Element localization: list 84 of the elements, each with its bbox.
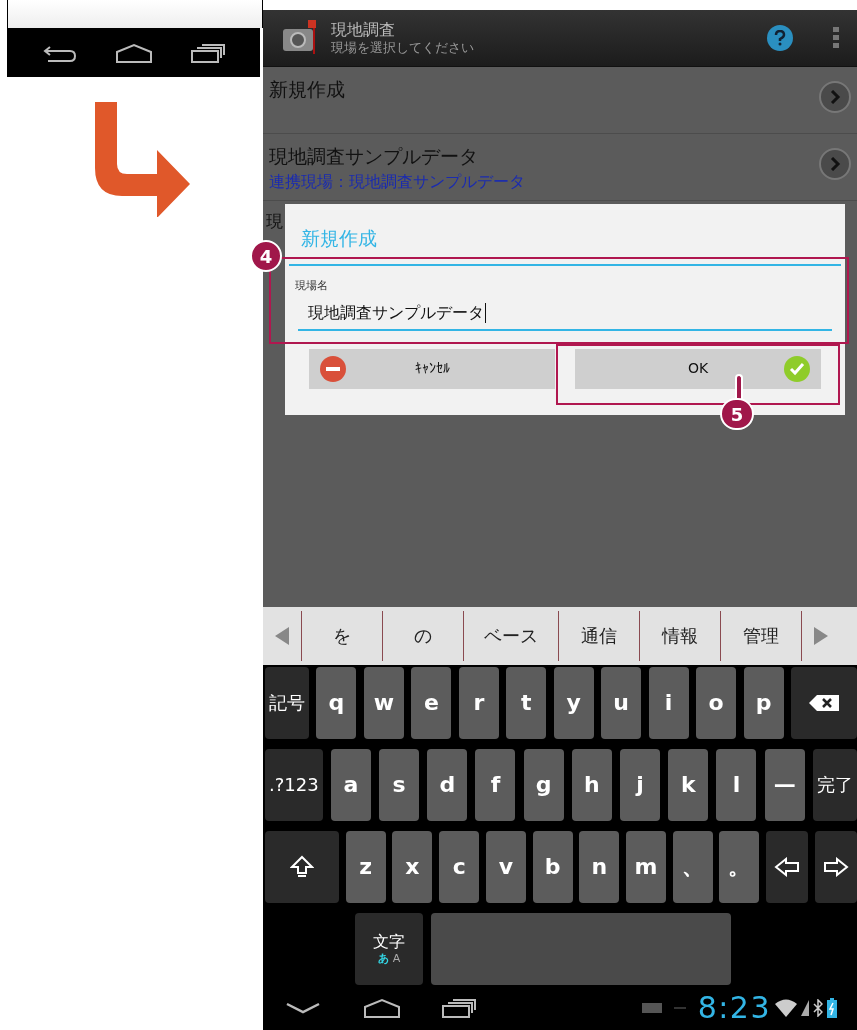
alphabet-mode-label: A [392,951,401,966]
keyboard-key[interactable]: i [648,666,689,739]
item-title: 現地調査サンプルデータ [269,143,479,169]
signal-icon [801,999,809,1016]
item-title: 新規作成 [269,76,345,102]
cursor-key[interactable] [814,830,857,903]
recent-apps-icon[interactable] [189,42,226,63]
keyboard-key[interactable]: u [601,666,642,739]
keyboard-key[interactable]: v [485,830,526,903]
right-arrow-icon [822,856,849,877]
step-number-badge: 4 [250,240,282,272]
keyboard-key[interactable]: 、 [672,830,713,903]
keyboard-key[interactable]: y [553,666,594,739]
keyboard-key[interactable]: a [330,748,371,821]
keyboard-key[interactable]: l [716,748,757,821]
chevron-button[interactable] [819,80,851,113]
keyboard-key[interactable]: r [458,666,499,739]
keyboard-key[interactable]: w [363,666,404,739]
keyboard-key[interactable]: d [427,748,468,821]
item-subtitle: 連携現場：現地調査サンプルデータ [269,171,525,194]
shift-key[interactable] [265,830,339,903]
left-arrow-icon [774,856,801,877]
backspace-key[interactable] [791,666,857,739]
keyboard-key[interactable]: 記号 [265,666,309,739]
keyboard-key[interactable]: 。 [719,830,760,903]
keyboard-key[interactable]: k [668,748,709,821]
hiragana-mode-label: あ [377,951,389,966]
key-label: 文字 [373,931,405,952]
app-subtitle: 現場を選択してください [331,39,474,56]
suggestion-candidate[interactable]: ベース [464,622,558,650]
shift-arrow-icon [290,854,314,879]
minus-icon [319,354,347,383]
keyboard-key[interactable]: h [571,748,612,821]
cursor-key[interactable] [766,830,809,903]
keyboard-key[interactable]: e [411,666,452,739]
keyboard-icon [641,1002,662,1013]
right-triangle-icon[interactable] [814,626,828,645]
keyboard-key[interactable]: g [523,748,564,821]
keyboard-key[interactable]: b [532,830,573,903]
keyboard-key[interactable]: c [439,830,480,903]
keyboard-key[interactable]: 完了 [812,748,857,821]
keyboard-key[interactable]: f [475,748,516,821]
keyboard-key[interactable]: z [345,830,386,903]
chevron-button[interactable] [819,147,851,180]
keyboard-key[interactable]: .?123 [265,748,323,821]
keyboard-key[interactable]: n [579,830,620,903]
question-mark-icon [774,29,786,46]
suggestion-candidate[interactable]: 通信 [559,622,639,650]
chevron-right-icon [829,89,841,104]
suggestion-candidate[interactable]: を [302,622,382,650]
keyboard-key[interactable]: t [506,666,547,739]
chevron-right-icon [829,156,841,171]
keyboard-key[interactable]: j [620,748,661,821]
keyboard-key[interactable]: o [696,666,737,739]
keyboard-key[interactable]: s [379,748,420,821]
keyboard-key[interactable]: p [743,666,784,739]
battery-charging-icon [827,997,837,1018]
backspace-icon [809,694,839,711]
turn-arrow-icon [92,102,192,217]
wifi-icon [775,998,797,1017]
home-icon[interactable] [363,997,401,1018]
suggestion-candidate[interactable]: 情報 [640,622,720,650]
ok-button[interactable]: OK [575,348,821,389]
left-triangle-icon[interactable] [275,626,289,645]
keyboard-key[interactable]: — [764,748,805,821]
suggestion-candidate[interactable]: 管理 [721,622,801,650]
field-label: 現場名 [294,278,329,295]
app-title: 現地調査 [331,19,396,40]
clock-time: 8:23 [697,989,771,1027]
input-mode-key[interactable]: 文字 あ A [355,912,423,985]
bluetooth-icon [813,998,823,1017]
suggestion-candidate[interactable]: の [383,622,463,650]
dialog-title: 新規作成 [300,225,378,251]
cancel-button[interactable]: ｷｬﾝｾﾙ [309,348,555,389]
check-icon [783,354,811,383]
keyboard-key[interactable]: q [316,666,357,739]
help-button[interactable] [767,24,793,51]
keyboard-key[interactable]: x [392,830,433,903]
home-icon[interactable] [114,42,153,63]
site-name-input[interactable]: 現地調査サンプルデータ [298,300,832,331]
recent-apps-icon[interactable] [441,997,477,1018]
camera-icon [281,19,319,56]
overflow-menu-icon[interactable] [833,26,839,49]
keyboard-key[interactable]: m [626,830,667,903]
